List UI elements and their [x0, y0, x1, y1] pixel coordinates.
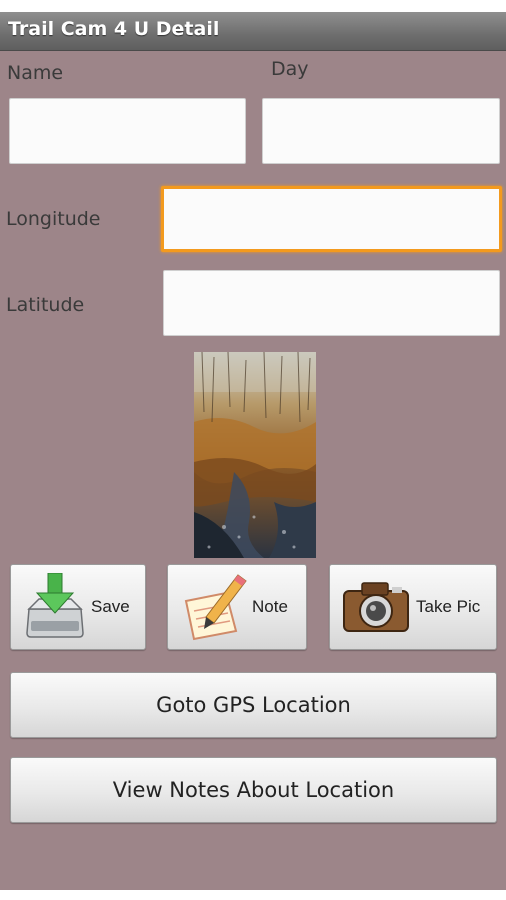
goto-gps-label: Goto GPS Location: [156, 693, 351, 717]
app-screen: Trail Cam 4 U Detail Name Day Longitude …: [0, 12, 506, 890]
goto-gps-button[interactable]: Goto GPS Location: [10, 672, 497, 738]
day-label: Day: [271, 58, 309, 80]
view-notes-button[interactable]: View Notes About Location: [10, 757, 497, 823]
take-pic-button[interactable]: Take Pic: [329, 564, 497, 650]
app-title: Trail Cam 4 U Detail: [8, 18, 220, 40]
note-button[interactable]: Note: [167, 564, 307, 650]
save-button[interactable]: Save: [10, 564, 146, 650]
name-label: Name: [7, 62, 64, 84]
save-label: Save: [91, 597, 130, 616]
note-pencil-icon: [180, 571, 250, 648]
title-bar: Trail Cam 4 U Detail: [0, 12, 506, 51]
trail-photo[interactable]: [194, 352, 316, 558]
take-pic-label: Take Pic: [416, 597, 481, 616]
camera-icon: [340, 577, 412, 642]
view-notes-label: View Notes About Location: [112, 778, 395, 802]
save-disk-icon: [23, 572, 87, 646]
longitude-field[interactable]: [161, 186, 502, 252]
longitude-label: Longitude: [6, 208, 101, 230]
latitude-label: Latitude: [6, 294, 85, 316]
name-field[interactable]: [9, 98, 246, 164]
note-label: Note: [252, 597, 288, 616]
day-field[interactable]: [262, 98, 500, 164]
latitude-field[interactable]: [163, 270, 500, 336]
